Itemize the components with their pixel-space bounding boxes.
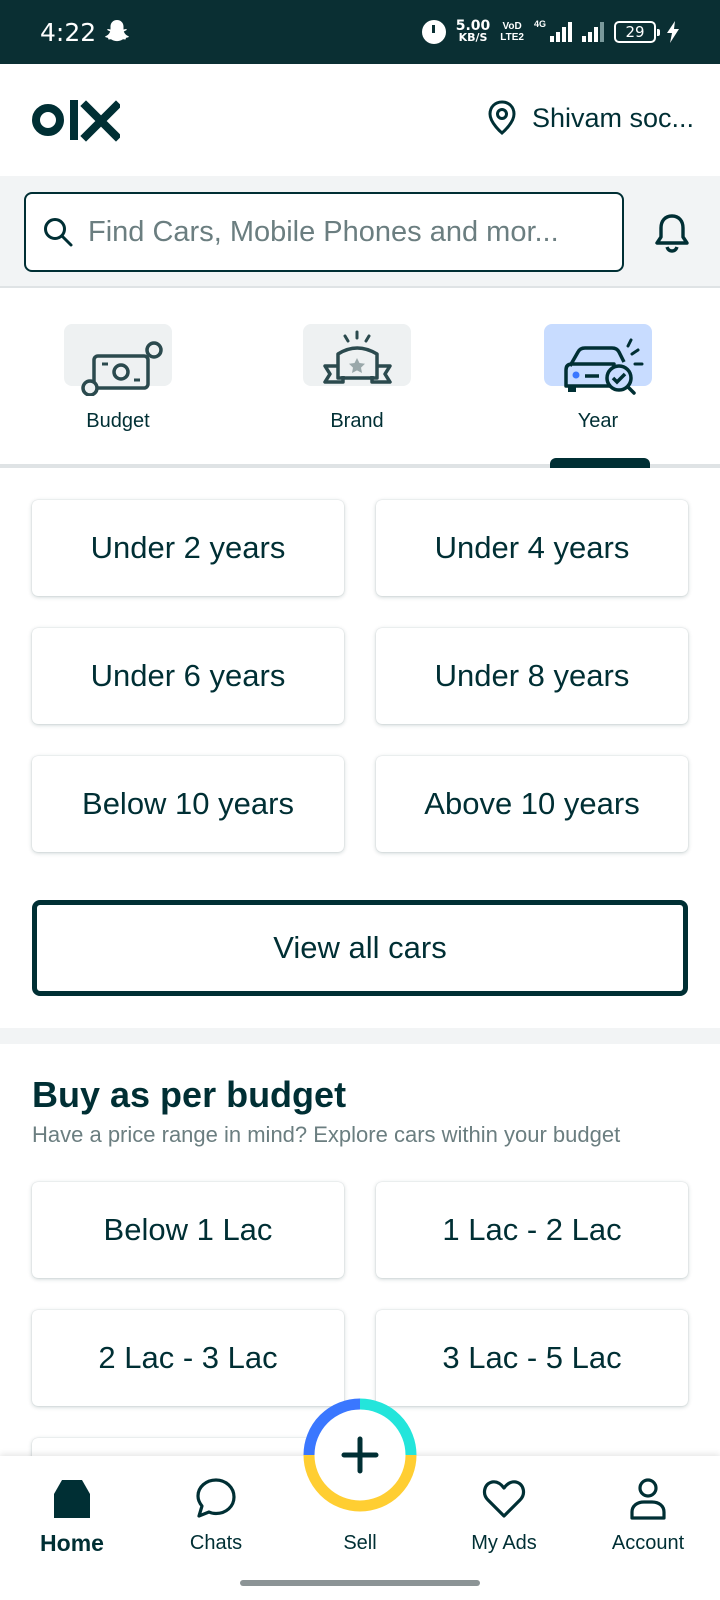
tab-label: Year [577,410,619,432]
network-type: 4G [533,19,546,29]
nav-label: My Ads [471,1532,537,1554]
tab-brand[interactable]: Brand [302,324,412,433]
olx-logo[interactable] [32,98,120,142]
volte-indicator: VoD LTE2 [500,21,524,43]
heart-icon [482,1480,526,1518]
notification-bell-icon[interactable] [652,212,692,254]
year-option-under-6[interactable]: Under 6 years [32,628,344,724]
status-time: 4:22 [40,18,97,47]
nav-label: Chats [189,1532,243,1554]
budget-option-below-1[interactable]: Below 1 Lac [32,1182,344,1278]
nav-home[interactable]: Home [12,1474,132,1557]
sell-button[interactable] [303,1398,417,1512]
home-indicator [240,1580,480,1586]
nav-chats[interactable]: Chats [156,1474,276,1555]
nav-account[interactable]: Account [588,1474,708,1555]
year-option-below-10[interactable]: Below 10 years [32,756,344,852]
tab-label: Brand [330,410,384,432]
car-year-icon [564,338,644,395]
search-bar-area [0,176,720,288]
search-box[interactable] [24,192,624,272]
snapchat-icon [105,20,129,42]
home-icon [54,1480,90,1518]
signal-icon-secondary [582,22,604,42]
section-title: Buy as per budget [32,1074,347,1115]
network-speed: 5.00 KB/S [455,18,491,44]
person-icon [630,1478,666,1520]
tab-brand-tile [303,324,411,386]
location-pin-icon [488,100,516,135]
tab-budget-tile [64,324,172,396]
year-option-above-10[interactable]: Above 10 years [376,756,688,852]
year-option-under-8[interactable]: Under 8 years [376,628,688,724]
signal-icon [550,22,572,42]
section-divider [0,1028,720,1044]
nav-label: Home [40,1530,104,1556]
nav-label: Account [611,1532,685,1554]
status-bar: 4:22 5.00 KB/S VoD LTE2 4G 29 [0,0,720,64]
nav-my-ads[interactable]: My Ads [444,1474,564,1555]
tab-budget[interactable]: Budget [63,324,173,433]
chat-icon [196,1478,236,1518]
battery-icon: 29 [614,21,660,43]
section-subtitle: Have a price range in mind? Explore cars… [32,1122,621,1147]
active-tab-indicator [550,458,650,468]
tab-year[interactable]: Year [543,324,653,433]
budget-option-1-2[interactable]: 1 Lac - 2 Lac [376,1182,688,1278]
view-all-cars-button[interactable]: View all cars [32,900,688,996]
location-text: Shivam soc... [531,102,694,133]
filter-tabs: Budget Brand Year [0,290,720,468]
budget-option-2-3[interactable]: 2 Lac - 3 Lac [32,1310,344,1406]
nav-label: Sell [343,1532,377,1554]
location-selector[interactable]: Shivam soc... [486,100,694,136]
app-header: Shivam soc... [0,64,720,176]
search-icon [44,218,73,247]
budget-option-3-5[interactable]: 3 Lac - 5 Lac [376,1310,688,1406]
search-input[interactable] [88,215,608,249]
tab-label: Budget [86,410,150,432]
alarm-icon [421,20,446,44]
year-option-under-4[interactable]: Under 4 years [376,500,688,596]
money-icon [81,341,163,396]
charging-icon [667,21,679,43]
status-icons: 5.00 KB/S VoD LTE2 4G 29 [421,18,680,46]
tab-year-tile [544,324,652,395]
brand-badge-icon [323,330,392,384]
year-option-under-2[interactable]: Under 2 years [32,500,344,596]
